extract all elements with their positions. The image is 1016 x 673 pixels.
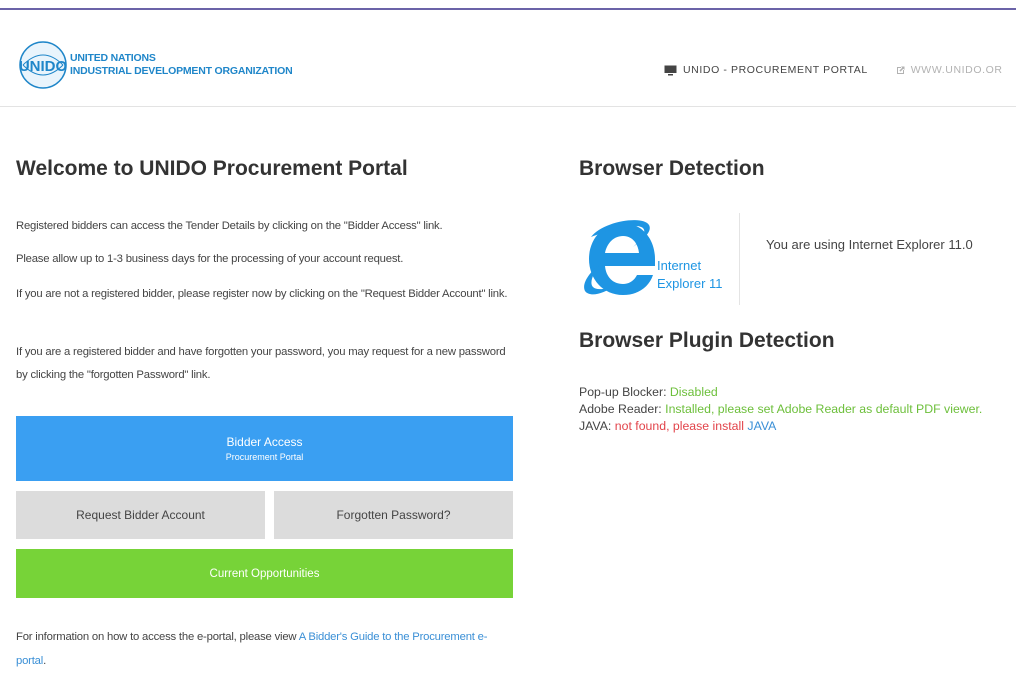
plugin-detection-title: Browser Plugin Detection xyxy=(579,329,835,352)
org-name: United Nations Industrial Development Or… xyxy=(70,52,293,78)
browser-detection-box: Internet Explorer 11 You are using Inter… xyxy=(579,213,1009,305)
plugin-status-list: Pop-up Blocker: Disabled Adobe Reader: I… xyxy=(579,384,999,435)
request-bidder-account-button[interactable]: Request Bidder Account xyxy=(16,491,265,539)
adobe-reader-status: Installed, please set Adobe Reader as de… xyxy=(665,402,983,416)
intro-paragraph-1: Registered bidders can access the Tender… xyxy=(16,220,443,232)
intro-paragraph-2: Please allow up to 1-3 business days for… xyxy=(16,253,404,265)
java-install-link[interactable]: JAVA xyxy=(747,419,776,433)
adobe-reader-label: Adobe Reader: xyxy=(579,402,662,416)
guide-footnote-text: For information on how to access the e-p… xyxy=(16,631,299,643)
popup-blocker-label: Pop-up Blocker: xyxy=(579,385,667,399)
nav-unido-website[interactable]: WWW.UNIDO.OR xyxy=(896,64,1003,76)
ie-logo-line2: Explorer 11 xyxy=(657,276,723,291)
svg-text:UNIDO: UNIDO xyxy=(19,58,68,75)
bidder-access-sublabel: Procurement Portal xyxy=(225,452,304,462)
guide-footnote: For information on how to access the e-p… xyxy=(16,625,513,673)
welcome-section: Welcome to UNIDO Procurement Portal Regi… xyxy=(16,155,513,667)
intro-paragraph-4: If you are a registered bidder and have … xyxy=(16,346,506,381)
org-name-line1: United Nations xyxy=(70,52,156,64)
popup-blocker-row: Pop-up Blocker: Disabled xyxy=(579,384,999,401)
ie-logo-line1: Internet xyxy=(657,258,701,273)
unido-logo[interactable]: UNIDO United Nations Industrial Developm… xyxy=(18,40,293,90)
browser-divider xyxy=(739,213,740,305)
external-link-icon xyxy=(896,66,905,75)
popup-blocker-status: Disabled xyxy=(669,385,718,399)
internet-explorer-icon: Internet Explorer 11 xyxy=(584,220,723,295)
nav-unido-website-label: WWW.UNIDO.OR xyxy=(910,64,1003,76)
java-label: JAVA: xyxy=(579,419,612,433)
browser-detection-title: Browser Detection xyxy=(579,157,765,180)
org-name-line2: Industrial Development Organization xyxy=(70,65,293,77)
nav-procurement-portal-label: UNIDO - PROCUREMENT PORTAL xyxy=(683,64,868,76)
intro-paragraph-3: If you are not a registered bidder, plea… xyxy=(16,288,508,300)
adobe-reader-row: Adobe Reader: Installed, please set Adob… xyxy=(579,401,999,418)
bidder-access-button[interactable]: Bidder Access Procurement Portal xyxy=(16,416,513,481)
java-row: JAVA: not found, please install JAVA xyxy=(579,418,999,435)
guide-footnote-end: . xyxy=(43,655,47,667)
bidder-access-label: Bidder Access xyxy=(226,435,303,449)
current-opportunities-button[interactable]: Current Opportunities xyxy=(16,549,513,598)
monitor-icon xyxy=(664,65,677,76)
browser-detected-message: You are using Internet Explorer 11.0 xyxy=(766,237,973,252)
forgotten-password-button[interactable]: Forgotten Password? xyxy=(274,491,513,539)
java-status: not found, please install xyxy=(614,419,744,433)
un-emblem-icon: UNIDO xyxy=(19,41,68,89)
nav-procurement-portal[interactable]: UNIDO - PROCUREMENT PORTAL xyxy=(664,64,868,76)
detection-section: Browser Detection Internet Explorer 11 Y… xyxy=(579,155,1009,433)
site-header: UNIDO United Nations Industrial Developm… xyxy=(0,22,1016,107)
top-nav: UNIDO - PROCUREMENT PORTAL WWW.UNIDO.OR xyxy=(664,64,1003,76)
top-accent-line xyxy=(0,8,1016,10)
page-title: Welcome to UNIDO Procurement Portal xyxy=(16,157,408,180)
